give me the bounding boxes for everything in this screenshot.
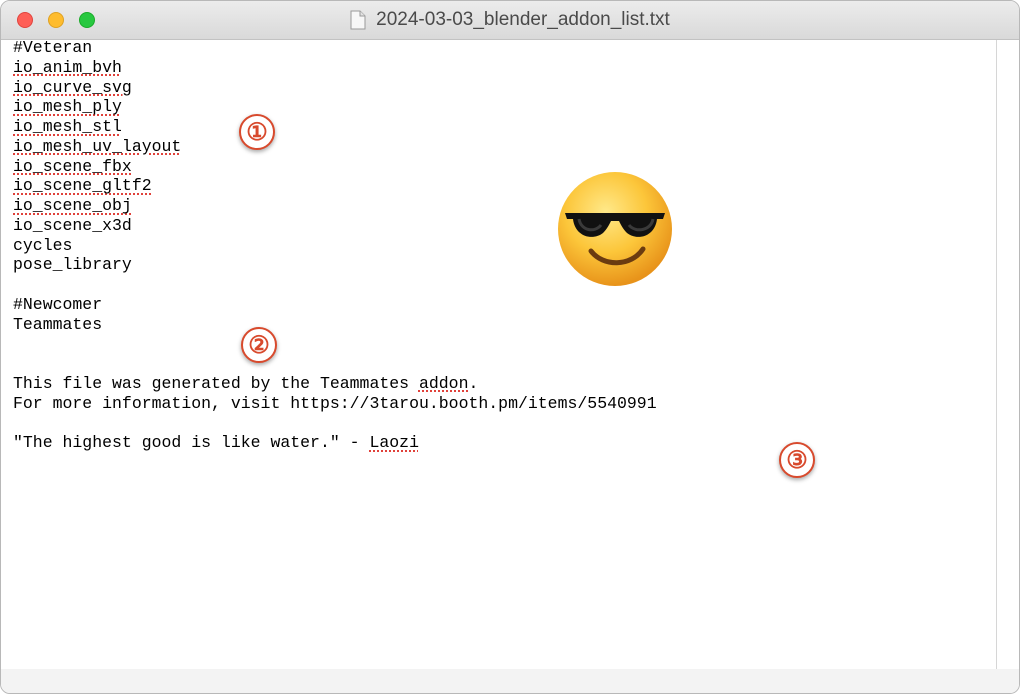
- misspelled-word: io_curve_svg: [13, 77, 132, 97]
- textedit-window: 2024-03-03_blender_addon_list.txt #Veter…: [0, 0, 1020, 694]
- text-line: [13, 413, 657, 433]
- title-bar[interactable]: 2024-03-03_blender_addon_list.txt: [1, 1, 1019, 40]
- misspelled-word: addon: [418, 373, 469, 393]
- window-title-group: 2024-03-03_blender_addon_list.txt: [1, 1, 1019, 39]
- document-icon: [350, 10, 366, 30]
- text-segment: .: [468, 373, 479, 393]
- text-line: [13, 354, 657, 374]
- window-bottom-edge: [1, 669, 1019, 693]
- text-line: io_curve_svg: [13, 78, 657, 98]
- text-line: io_mesh_uv_layout: [13, 137, 657, 157]
- misspelled-word: io_mesh_ply: [13, 97, 122, 117]
- text-segment: For more information, visit https://3tar…: [13, 393, 657, 413]
- misspelled-word: Laozi: [369, 433, 419, 452]
- text-line: io_mesh_ply: [13, 97, 657, 117]
- text-line: For more information, visit https://3tar…: [13, 394, 657, 414]
- text-segment: io_scene_x3d: [13, 215, 132, 235]
- text-line: This file was generated by the Teammates…: [13, 374, 657, 394]
- text-segment: "The highest good is like water." -: [13, 433, 370, 452]
- text-segment: #Veteran: [13, 38, 93, 57]
- annotation-marker-3: ③: [779, 442, 815, 478]
- misspelled-word: io_scene_fbx: [13, 156, 132, 176]
- text-editor-area[interactable]: #Veteran io_anim_bvh io_curve_svg io_mesh_p…: [5, 38, 997, 670]
- annotation-marker-2: ②: [241, 327, 277, 363]
- text-segment: pose_library: [13, 255, 132, 275]
- misspelled-word: io_mesh_stl: [13, 117, 122, 136]
- text-segment: Teammates: [13, 314, 103, 334]
- text-line: #Veteran: [13, 38, 657, 58]
- text-segment: #Newcomer: [13, 294, 103, 314]
- text-line: #Newcomer: [13, 295, 657, 315]
- window-title: 2024-03-03_blender_addon_list.txt: [376, 9, 670, 30]
- misspelled-word: io_anim_bvh: [13, 57, 122, 77]
- text-segment: cycles: [13, 235, 73, 255]
- text-segment: This file was generated by the Teammates: [13, 373, 419, 393]
- misspelled-word: io_scene_obj: [13, 196, 132, 215]
- misspelled-word: io_mesh_uv_layout: [13, 136, 182, 156]
- text-line: io_anim_bvh: [13, 58, 657, 78]
- smiling-face-with-sunglasses-emoji: [558, 172, 672, 286]
- text-line: io_mesh_stl: [13, 117, 657, 137]
- text-line: Teammates: [13, 315, 657, 335]
- annotation-marker-1: ①: [239, 114, 275, 150]
- text-line: [13, 334, 657, 354]
- text-line: "The highest good is like water." - Laoz…: [13, 433, 657, 453]
- misspelled-word: io_scene_gltf2: [13, 176, 152, 196]
